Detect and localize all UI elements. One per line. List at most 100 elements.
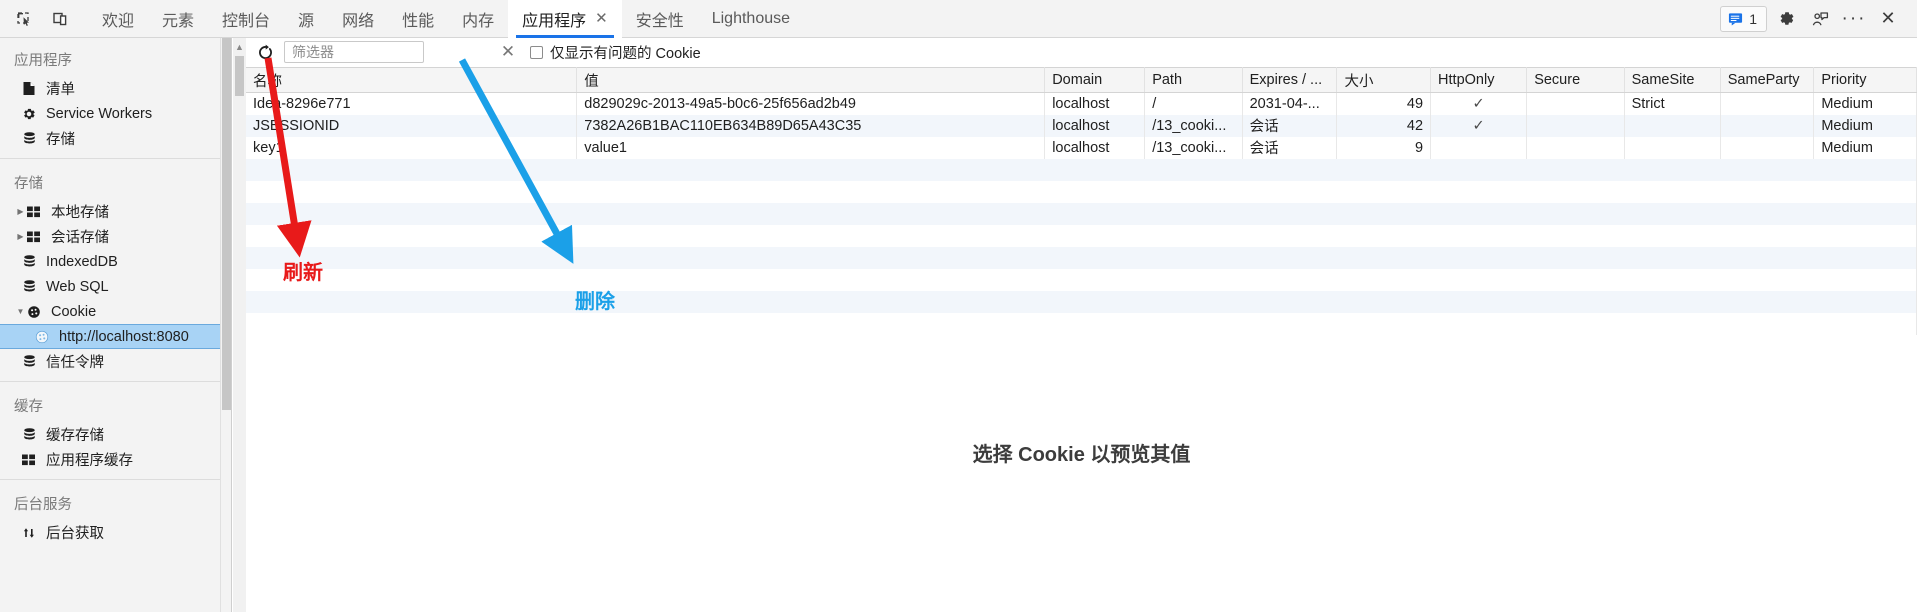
panel-scrollbar[interactable]: ▲ <box>233 38 246 612</box>
cell-samesite <box>1624 114 1721 137</box>
inspect-element-icon[interactable] <box>10 5 38 33</box>
sidebar-item-localhost-8080[interactable]: http://localhost:8080 <box>0 324 231 349</box>
devtools-tabs: 欢迎 元素 控制台 源 网络 性能 内存 应用程序 ✕ 安全性 Lighthou… <box>88 0 804 38</box>
filter-input[interactable] <box>284 41 424 63</box>
table-row[interactable]: Idea-8296e771 d829029c-2013-49a5-b0c6-25… <box>246 92 1917 115</box>
column-header-expires[interactable]: Expires / ... <box>1242 67 1338 93</box>
cell-expires: 会话 <box>1242 114 1338 137</box>
sidebar-item-application-cache[interactable]: 应用程序缓存 <box>0 447 231 472</box>
tab-elements[interactable]: 元素 <box>148 0 208 38</box>
clear-filter-button[interactable]: ✕ <box>497 41 519 63</box>
tab-network[interactable]: 网络 <box>328 0 388 38</box>
sidebar-item-cache-storage[interactable]: 缓存存储 <box>0 422 231 447</box>
tab-label: 元素 <box>162 12 195 30</box>
tab-console[interactable]: 控制台 <box>208 0 284 38</box>
tab-sources[interactable]: 源 <box>284 0 328 38</box>
close-devtools-icon[interactable]: ✕ <box>1873 4 1903 34</box>
message-badge[interactable]: 1 <box>1720 5 1767 32</box>
cell-name: Idea-8296e771 <box>246 92 578 115</box>
table-row-blank <box>246 224 1917 247</box>
sidebar-item-web-sql[interactable]: Web SQL <box>0 274 231 299</box>
devtools-toolbar: 欢迎 元素 控制台 源 网络 性能 内存 应用程序 ✕ 安全性 Lighthou… <box>0 0 1917 38</box>
table-row-blank <box>246 268 1917 291</box>
sidebar-item-label: Cookie <box>51 303 97 320</box>
column-header-samesite[interactable]: SameSite <box>1624 67 1721 93</box>
cell-name: key1 <box>246 136 578 159</box>
tab-performance[interactable]: 性能 <box>388 0 448 38</box>
sidebar-section-cache: 缓存 缓存存储 应用程序缓存 <box>0 384 231 472</box>
sidebar-section-title: 存储 <box>14 176 43 192</box>
column-header-name[interactable]: 名称 <box>246 67 578 93</box>
database-icon <box>22 354 43 369</box>
tab-security[interactable]: 安全性 <box>622 0 698 38</box>
cookies-table: 名称 值 Domain Path Expires / ... 大小 HttpOn… <box>246 67 1917 335</box>
tab-application[interactable]: 应用程序 ✕ <box>508 0 622 38</box>
table-row[interactable]: key1 value1 localhost /13_cooki... 会话 9 … <box>246 136 1917 159</box>
tab-label: 性能 <box>402 12 435 30</box>
column-header-domain[interactable]: Domain <box>1044 67 1146 93</box>
tab-memory[interactable]: 内存 <box>448 0 508 38</box>
sidebar-item-trust-tokens[interactable]: 信任令牌 <box>0 349 231 374</box>
toolbar-right-icons: 1 ··· ✕ <box>1720 4 1917 34</box>
sidebar-item-manifest[interactable]: 清单 <box>0 76 231 101</box>
chevron-right-icon[interactable]: ▶ <box>14 232 27 241</box>
sidebar-item-session-storage[interactable]: ▶ 会话存储 <box>0 224 231 249</box>
device-toolbar-icon[interactable] <box>46 5 74 33</box>
refresh-button[interactable] <box>253 40 277 64</box>
column-header-priority[interactable]: Priority <box>1813 67 1917 93</box>
gear-icon[interactable] <box>1771 4 1801 34</box>
sidebar-item-cookie[interactable]: ▼ Cookie <box>0 299 231 324</box>
database-icon <box>22 254 43 269</box>
only-issues-checkbox[interactable] <box>530 45 543 59</box>
tab-label: 控制台 <box>222 12 271 30</box>
only-issues-checkbox-row[interactable]: 仅显示有问题的 Cookie <box>530 42 701 63</box>
tab-label: 内存 <box>462 12 495 30</box>
cell-priority: Medium <box>1813 136 1917 159</box>
tab-label: 源 <box>298 12 315 30</box>
tab-lighthouse[interactable]: Lighthouse <box>698 0 804 38</box>
cell-value: 7382A26B1BAC110EB634B89D65A43C35 <box>576 114 1046 137</box>
chevron-down-icon[interactable]: ▼ <box>14 307 27 316</box>
gear-icon <box>22 107 43 121</box>
sidebar-item-indexeddb[interactable]: IndexedDB <box>0 249 231 274</box>
cell-sameparty <box>1720 114 1815 137</box>
column-header-path[interactable]: Path <box>1144 67 1243 93</box>
sidebar-item-label: 应用程序缓存 <box>46 453 133 469</box>
close-icon: ✕ <box>500 42 516 61</box>
column-header-value[interactable]: 值 <box>576 67 1046 93</box>
panel-scrollbar-thumb[interactable] <box>235 56 244 96</box>
table-row-blank <box>246 158 1917 181</box>
table-grid-icon <box>22 454 43 466</box>
tab-welcome[interactable]: 欢迎 <box>88 0 148 38</box>
column-header-secure[interactable]: Secure <box>1526 67 1625 93</box>
cell-domain: localhost <box>1044 114 1146 137</box>
cell-path: / <box>1144 92 1243 115</box>
cell-httponly <box>1430 136 1528 159</box>
feedback-icon[interactable] <box>1805 4 1835 34</box>
sidebar-section-title: 缓存 <box>14 399 43 415</box>
more-options-icon[interactable]: ··· <box>1839 4 1869 34</box>
column-header-size[interactable]: 大小 <box>1336 67 1432 93</box>
close-icon[interactable]: ✕ <box>595 11 608 26</box>
sidebar-divider <box>0 479 231 480</box>
cell-size: 9 <box>1336 136 1432 159</box>
scroll-up-icon[interactable]: ▲ <box>235 42 244 52</box>
toolbar-left-icons <box>0 5 74 33</box>
sidebar-section-storage: 存储 ▶ 本地存储 ▶ 会话存储 IndexedDB Web SQL ▼ Coo… <box>0 161 231 374</box>
cookies-table-wrapper: 名称 值 Domain Path Expires / ... 大小 HttpOn… <box>246 67 1917 365</box>
sidebar-item-label: IndexedDB <box>46 253 118 270</box>
sidebar-item-local-storage[interactable]: ▶ 本地存储 <box>0 199 231 224</box>
delete-annotation-label: 删除 <box>575 291 615 313</box>
column-header-httponly[interactable]: HttpOnly <box>1430 67 1528 93</box>
sidebar-scrollbar-thumb[interactable] <box>222 38 231 410</box>
tab-label: 应用程序 <box>522 12 587 30</box>
sidebar-item-service-workers[interactable]: Service Workers <box>0 101 231 126</box>
sidebar-scrollbar[interactable] <box>220 38 231 612</box>
message-count: 1 <box>1749 10 1757 27</box>
chevron-right-icon[interactable]: ▶ <box>14 207 27 216</box>
sidebar-item-background-fetch[interactable]: 后台获取 <box>0 520 231 545</box>
table-row[interactable]: JSESSIONID 7382A26B1BAC110EB634B89D65A43… <box>246 114 1917 137</box>
sidebar-item-storage[interactable]: 存储 <box>0 126 231 151</box>
column-header-sameparty[interactable]: SameParty <box>1720 67 1815 93</box>
manifest-document-icon <box>22 81 43 96</box>
